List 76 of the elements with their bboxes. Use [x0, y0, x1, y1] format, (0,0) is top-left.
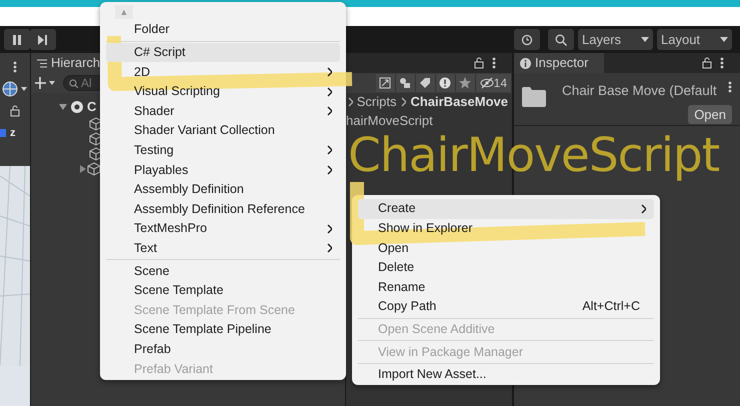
list-icon	[37, 58, 47, 68]
dropdown[interactable]: Layers	[578, 29, 653, 50]
menu-item[interactable]: Visual Scripting	[106, 82, 340, 102]
handwritten-note: ChairMoveScript	[348, 132, 720, 179]
menu-item[interactable]: Shader	[106, 101, 340, 121]
search-icon	[555, 34, 567, 46]
breadcrumb-link[interactable]: Scripts	[356, 92, 396, 112]
menu-item[interactable]: Scene Template	[106, 280, 340, 300]
menu-item[interactable]: Prefab	[106, 340, 340, 360]
menu-item[interactable]: Import New Asset...	[358, 364, 654, 384]
folder-icon	[522, 87, 546, 107]
menu-item[interactable]: Delete	[358, 258, 654, 278]
inspector-tab[interactable]: Inspector	[514, 53, 604, 73]
menu-item[interactable]: Testing	[106, 140, 340, 160]
menu-item[interactable]: 2D	[106, 62, 340, 82]
dropdown[interactable]: Layout	[657, 29, 732, 50]
menu-item[interactable]: Scene Template Pipeline	[106, 320, 340, 340]
cube-icon	[89, 132, 103, 146]
shapes-icon[interactable]	[399, 77, 412, 89]
shortcut-text: Alt+Ctrl+C	[582, 298, 640, 316]
hidden-icon	[480, 77, 494, 89]
asset-title: Chair Base Move (Default	[562, 82, 717, 100]
breadcrumb-link[interactable]: ChairBaseMove	[410, 92, 508, 112]
history-button[interactable]	[514, 29, 540, 50]
more-icon[interactable]	[728, 81, 732, 93]
axis-label: z	[10, 126, 16, 141]
menu-item[interactable]: Playables	[106, 160, 340, 180]
expanded-arrow-icon[interactable]	[59, 102, 67, 111]
menu-item[interactable]: Assembly Definition	[106, 180, 340, 200]
menu-item[interactable]: Assembly Definition Reference	[106, 199, 340, 219]
search-icon	[69, 79, 78, 88]
lock-icon[interactable]	[10, 105, 20, 117]
menu-item[interactable]: Shader Variant Collection	[106, 120, 340, 141]
search-button[interactable]	[548, 29, 574, 50]
asset-item[interactable]: hairMoveScript	[346, 111, 512, 130]
history-icon	[521, 34, 533, 46]
menu-item[interactable]: Rename	[358, 277, 654, 297]
star-icon[interactable]	[459, 77, 472, 89]
cube-icon	[87, 162, 101, 176]
plus-icon	[35, 77, 55, 89]
more-icon	[13, 61, 17, 73]
lock-icon[interactable]	[474, 57, 484, 69]
menu-item[interactable]: Scene	[106, 261, 340, 281]
menu-item[interactable]: Text	[106, 238, 340, 258]
hidden-count: 14	[494, 75, 507, 92]
warning-icon[interactable]	[439, 77, 452, 89]
collapsed-arrow-icon[interactable]	[79, 165, 87, 173]
info-icon	[520, 58, 531, 68]
caret-icon	[641, 37, 649, 42]
more-icon[interactable]	[720, 57, 724, 69]
tag-icon[interactable]	[419, 77, 432, 89]
caret-icon	[720, 37, 728, 42]
step-button[interactable]	[30, 29, 56, 50]
more-icon[interactable]	[492, 57, 496, 69]
add-button[interactable]	[35, 77, 55, 89]
menu-item[interactable]: Open	[358, 238, 654, 258]
ping-icon[interactable]	[379, 77, 392, 89]
open-button[interactable]: Open	[688, 105, 732, 124]
menu-item[interactable]: C# Script	[106, 42, 340, 62]
chevron-icon	[346, 97, 353, 107]
menu-item[interactable]: Folder	[106, 20, 340, 40]
lock-icon[interactable]	[702, 57, 712, 69]
pause-icon	[12, 34, 22, 44]
cube-icon	[89, 117, 103, 131]
scene-icon	[70, 100, 84, 114]
axis-cone-icon	[0, 129, 6, 138]
menu-item[interactable]: Show in Explorer	[358, 218, 654, 238]
menu-item[interactable]: TextMeshPro	[106, 218, 340, 239]
menu-item[interactable]: Create	[358, 199, 654, 219]
chevron-icon	[400, 97, 406, 107]
tree-item[interactable]: C	[87, 97, 96, 116]
menu-item[interactable]: Copy Path Alt+Ctrl+C	[358, 296, 654, 317]
pause-button[interactable]	[4, 29, 30, 50]
step-icon	[38, 34, 48, 44]
cube-icon	[89, 147, 103, 161]
gizmo-icon[interactable]	[2, 81, 28, 97]
